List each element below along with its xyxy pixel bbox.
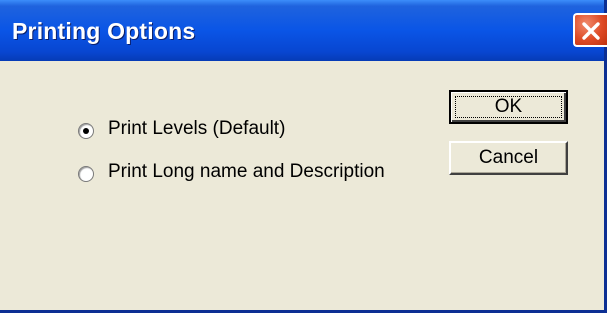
focus-rectangle	[455, 96, 562, 118]
radio-button-selected[interactable]	[78, 123, 94, 139]
window-title: Printing Options	[12, 18, 196, 44]
printing-options-dialog: Printing Options Print Levels (Default) …	[0, 0, 607, 313]
radio-button-unselected[interactable]	[78, 166, 94, 182]
cancel-button[interactable]: Cancel	[449, 141, 568, 175]
ok-button[interactable]: OK	[449, 90, 568, 124]
cancel-button-label: Cancel	[478, 147, 539, 168]
title-bar[interactable]: Printing Options	[0, 0, 607, 61]
radio-label-print-levels: Print Levels (Default)	[108, 118, 286, 139]
radio-label-print-long-name: Print Long name and Description	[108, 161, 385, 182]
close-button[interactable]	[573, 13, 607, 47]
radio-dot	[83, 128, 89, 134]
